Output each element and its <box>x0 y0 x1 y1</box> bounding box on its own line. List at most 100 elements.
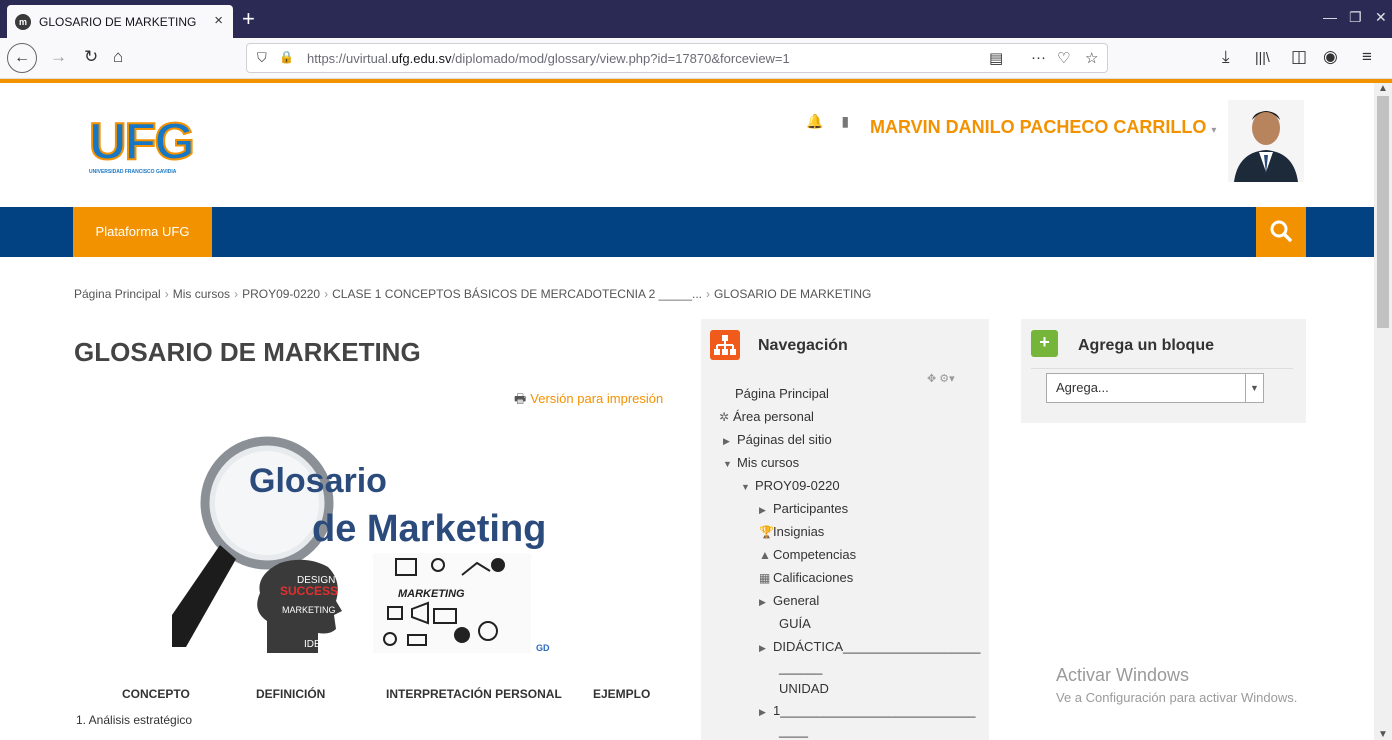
navigation-block: Navegación ✥ ⚙▾ Página Principal ✲ Área p… <box>701 319 989 740</box>
nav-item-plataforma-ufg[interactable]: Plataforma UFG <box>73 207 212 257</box>
breadcrumb-item-clase[interactable]: CLASE 1 CONCEPTOS BÁSICOS DE MERCADOTECN… <box>332 287 702 301</box>
navigation-title: Navegación <box>758 337 848 354</box>
plus-icon: + <box>1031 330 1058 357</box>
breadcrumb-item-home[interactable]: Página Principal <box>74 287 161 301</box>
printer-icon: 🖶 <box>514 391 527 406</box>
sidebar-icon[interactable]: ◫ <box>1291 47 1307 67</box>
back-button[interactable]: ← <box>7 43 37 73</box>
column-header-ejemplo: EJEMPLO <box>593 687 651 701</box>
nav-item-didactica-cont[interactable]: ______ <box>779 660 822 675</box>
nav-item-pagina-principal[interactable]: Página Principal <box>735 386 829 401</box>
print-version-link[interactable]: 🖶 Versión para impresión <box>514 390 663 412</box>
library-icon[interactable]: |||\ <box>1255 49 1270 65</box>
nav-item-insignias[interactable]: 🏆Insignias <box>759 524 824 539</box>
nav-item-mis-cursos[interactable]: ▼ Mis cursos <box>723 455 799 470</box>
svg-text:GD: GD <box>536 643 550 653</box>
caret-right-icon: ▶ <box>759 597 766 607</box>
activation-watermark-title: Activar Windows <box>1056 665 1190 685</box>
caret-down-icon: ▼ <box>741 482 750 492</box>
menu-icon[interactable]: ≡ <box>1362 47 1372 67</box>
avatar[interactable] <box>1228 100 1304 182</box>
account-icon[interactable]: ◉ <box>1323 47 1338 67</box>
svg-text:MARKETING: MARKETING <box>398 588 465 600</box>
sitemap-icon <box>710 330 740 360</box>
reload-button[interactable]: ↻ <box>84 47 98 67</box>
download-icon[interactable]: ⤓ <box>1222 47 1230 67</box>
restore-icon[interactable]: ❐ <box>1349 9 1362 26</box>
messages-icon[interactable]: ▮ <box>841 113 849 129</box>
scroll-up-icon[interactable]: ▲ <box>1378 83 1388 94</box>
trophy-icon: 🏆 <box>759 525 774 539</box>
breadcrumb-item-mis-cursos[interactable]: Mis cursos <box>173 287 230 301</box>
caret-down-icon: ▾ <box>1211 125 1217 136</box>
nav-item-didactica[interactable]: ▶ DIDÁCTICA___________________ <box>759 639 980 654</box>
add-block-select[interactable]: Agrega... ▼ <box>1046 373 1264 403</box>
shield-icon[interactable]: ⛉ <box>257 50 267 66</box>
svg-text:SUCCESS: SUCCESS <box>280 584 338 598</box>
page-title: GLOSARIO DE MARKETING <box>74 337 421 367</box>
scroll-thumb[interactable] <box>1377 96 1389 328</box>
add-block-title: Agrega un bloque <box>1078 337 1214 354</box>
lock-icon[interactable]: 🔒 <box>279 50 294 64</box>
column-header-definicion: DEFINICIÓN <box>256 687 326 701</box>
reader-view-icon[interactable]: ▤ <box>989 49 1003 67</box>
caret-down-icon: ▼ <box>723 459 732 469</box>
column-header-concepto: CONCEPTO <box>122 687 190 701</box>
nav-item-unidad-1-cont[interactable]: ____ <box>779 723 808 738</box>
minimize-icon[interactable]: — <box>1323 9 1337 25</box>
tab-strip: m GLOSARIO DE MARKETING × + — ❐ ✕ <box>0 0 1392 38</box>
nav-item-calificaciones[interactable]: ▦ Calificaciones <box>759 570 853 585</box>
breadcrumb: Página Principal › Mis cursos › PROY09-0220 ›… <box>74 287 872 301</box>
nav-item-general[interactable]: ▶ General <box>759 593 819 608</box>
notification-bell-icon[interactable]: 🔔 <box>806 113 823 129</box>
nav-item-guia[interactable]: GUÍA <box>779 616 811 631</box>
pocket-icon[interactable]: ♡ <box>1057 49 1070 67</box>
nav-item-unidad[interactable]: UNIDAD <box>779 681 829 696</box>
logo-text: UFG <box>88 113 196 171</box>
avatar-image <box>1228 100 1304 182</box>
forward-button[interactable]: → <box>50 47 67 67</box>
nav-item-area-personal[interactable]: ✲ Área personal <box>719 409 814 424</box>
browser-window: m GLOSARIO DE MARKETING × + — ❐ ✕ ← → ↻ … <box>0 0 1392 740</box>
glossary-banner-image: Glosario de Marketing SUCCESS DESIGN MAR… <box>172 425 582 655</box>
nav-item-competencias[interactable]: ▲ Competencias <box>759 547 856 562</box>
tab-title: GLOSARIO DE MARKETING <box>39 14 197 29</box>
close-window-icon[interactable]: ✕ <box>1375 9 1387 26</box>
breadcrumb-item-course[interactable]: PROY09-0220 <box>242 287 320 301</box>
activation-watermark-text: Ve a Configuración para activar Windows. <box>1056 690 1298 705</box>
user-name: MARVIN DANILO PACHECO CARRILLO <box>870 117 1207 137</box>
svg-text:IDEA: IDEA <box>304 639 328 650</box>
url-text[interactable]: https://uvirtual.ufg.edu.sv/diplomado/mo… <box>307 51 790 66</box>
caret-right-icon: ▶ <box>723 436 730 446</box>
select-value: Agrega... <box>1056 380 1109 395</box>
moodle-favicon-icon: m <box>15 13 31 30</box>
close-tab-icon[interactable]: × <box>214 12 223 29</box>
nav-item-participantes[interactable]: ▶ Participantes <box>759 501 848 516</box>
ufg-logo[interactable]: UFG UNIVERSIDAD FRANCISCO GAVIDIA <box>88 113 196 175</box>
more-actions-icon[interactable]: ··· <box>1031 49 1046 66</box>
nav-item-unidad-1[interactable]: ▶ 1___________________________ <box>759 703 975 718</box>
competencies-icon: ▲ <box>759 548 771 562</box>
page-scrollbar[interactable]: ▲ ▼ <box>1374 83 1392 740</box>
divider <box>1031 368 1293 369</box>
search-icon <box>1270 220 1292 242</box>
svg-text:DESIGN: DESIGN <box>297 575 335 586</box>
url-bar[interactable]: ⛉ 🔒 https://uvirtual.ufg.edu.sv/diplomad… <box>246 43 1108 73</box>
user-menu[interactable]: MARVIN DANILO PACHECO CARRILLO ▾ <box>870 117 1216 138</box>
scroll-down-icon[interactable]: ▼ <box>1378 729 1388 740</box>
block-controls-icon[interactable]: ✥ ⚙▾ <box>927 372 955 385</box>
browser-toolbar: ← → ↻ ⌂ ⛉ 🔒 https://uvirtual.ufg.edu.sv/… <box>0 38 1392 79</box>
glossary-term: 1. Análisis estratégico <box>76 713 193 727</box>
caret-right-icon: ▶ <box>759 505 766 515</box>
column-header-interpretacion: INTERPRETACIÓN PERSONAL <box>386 687 562 701</box>
new-tab-button[interactable]: + <box>242 6 255 32</box>
breadcrumb-item-current[interactable]: GLOSARIO DE MARKETING <box>714 287 871 301</box>
header-icons: 🔔 ▮ <box>806 113 849 130</box>
bookmark-star-icon[interactable]: ☆ <box>1085 49 1098 67</box>
search-button[interactable] <box>1256 207 1306 257</box>
home-icon[interactable]: ⌂ <box>113 47 123 67</box>
nav-item-course[interactable]: ▼ PROY09-0220 <box>741 478 840 493</box>
nav-item-paginas-sitio[interactable]: ▶ Páginas del sitio <box>723 432 832 447</box>
browser-tab[interactable]: m GLOSARIO DE MARKETING × <box>7 5 233 38</box>
caret-right-icon: ▶ <box>759 707 766 717</box>
